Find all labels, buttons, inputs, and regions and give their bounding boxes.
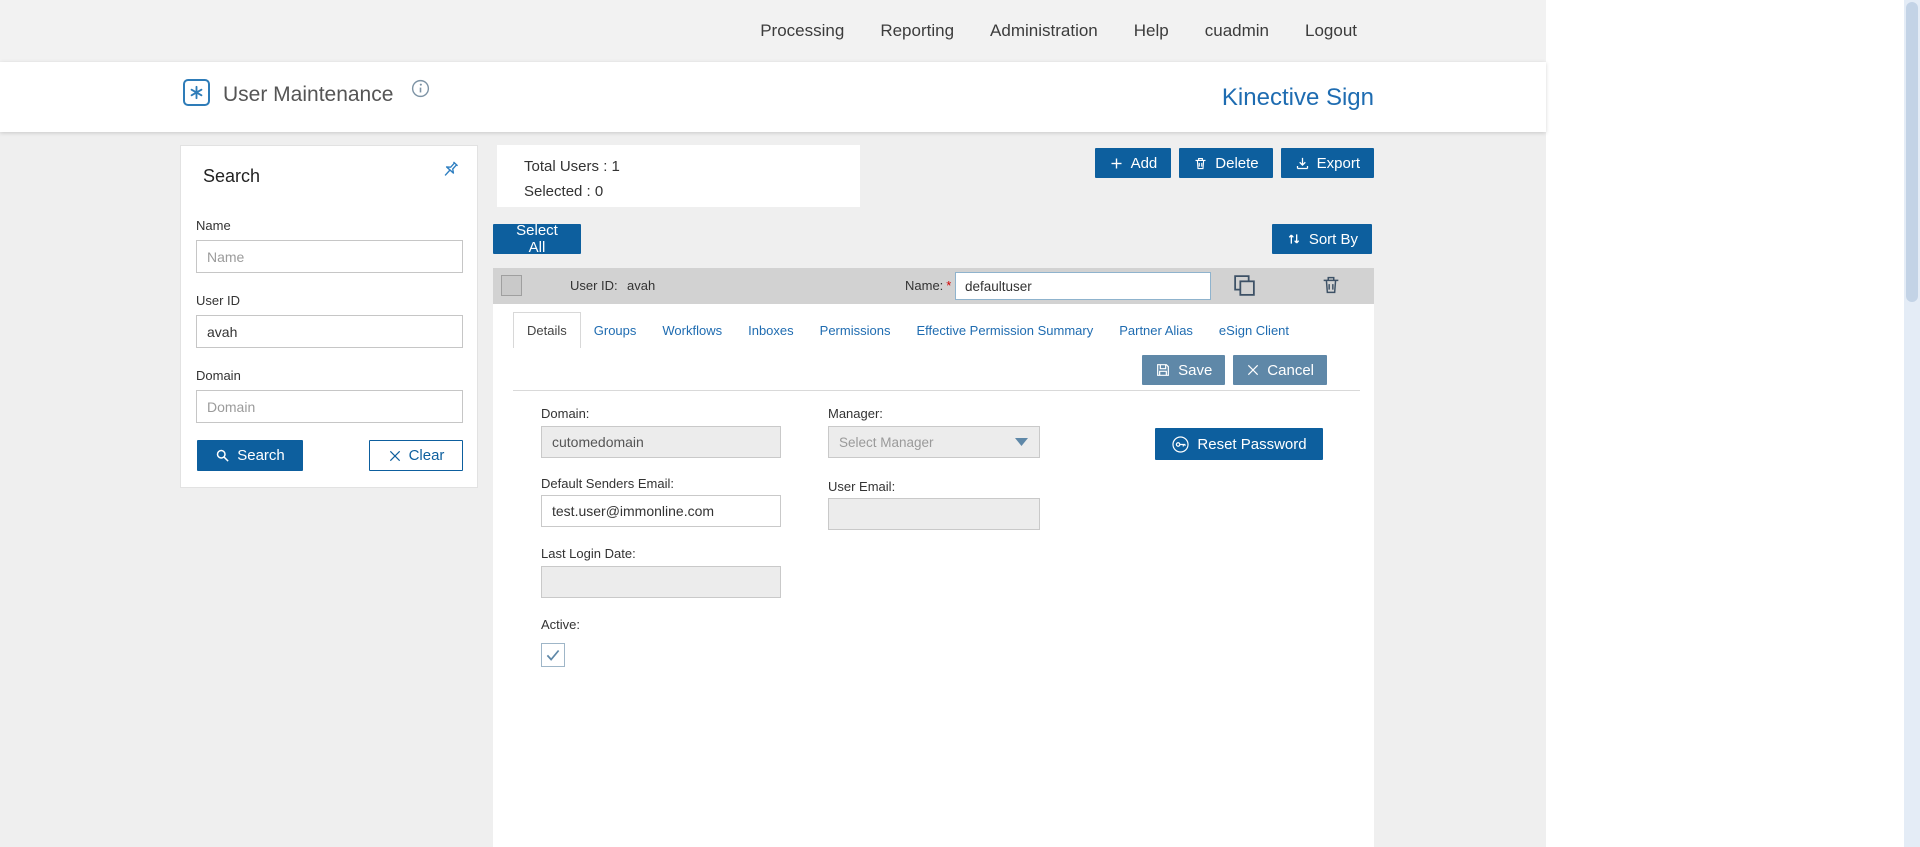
active-label: Active: [541, 617, 580, 632]
nav-processing[interactable]: Processing [760, 21, 844, 41]
cancel-x-icon [1246, 363, 1260, 377]
user-panel: User ID: avah Name:* Details Groups Work… [493, 268, 1374, 847]
nav-help[interactable]: Help [1134, 21, 1169, 41]
save-floppy-icon [1155, 362, 1171, 378]
app-page: Processing Reporting Administration Help… [0, 0, 1546, 847]
tab-esign-client[interactable]: eSign Client [1206, 312, 1302, 348]
reset-password-button[interactable]: Reset Password [1155, 428, 1323, 460]
manager-select-value: Select Manager [839, 435, 1014, 450]
scrollbar-thumb[interactable] [1906, 2, 1918, 302]
clear-button[interactable]: Clear [369, 440, 463, 471]
search-name-input[interactable] [196, 240, 463, 273]
form-actions: Save Cancel [1142, 355, 1327, 385]
reset-password-label: Reset Password [1197, 436, 1306, 453]
name-caption: Name:* [905, 278, 951, 293]
search-button[interactable]: Search [197, 440, 303, 471]
search-panel-title: Search [203, 166, 260, 187]
select-all-button[interactable]: Select All [493, 224, 581, 254]
tab-partner-alias[interactable]: Partner Alias [1106, 312, 1206, 348]
chevron-down-icon [1014, 437, 1029, 447]
copy-icon[interactable] [1232, 273, 1257, 298]
tab-groups[interactable]: Groups [581, 312, 650, 348]
pin-icon[interactable] [439, 159, 461, 181]
tab-permissions[interactable]: Permissions [807, 312, 904, 348]
nav-reporting[interactable]: Reporting [880, 21, 954, 41]
app-header: User Maintenance Kinective Sign [0, 62, 1546, 132]
active-checkbox[interactable] [541, 643, 565, 667]
user-email-label: User Email: [828, 479, 895, 494]
last-login-date-field [541, 566, 781, 598]
summary-box: Total Users : 1 Selected : 0 [497, 145, 860, 207]
row-checkbox[interactable] [501, 275, 522, 296]
selected-count-text: Selected : 0 [524, 179, 833, 204]
sort-by-label: Sort By [1309, 231, 1358, 248]
total-users-text: Total Users : 1 [524, 154, 833, 179]
clear-button-label: Clear [409, 447, 445, 464]
nav-logout[interactable]: Logout [1305, 21, 1357, 41]
user-id-value: avah [627, 278, 655, 293]
tab-workflows[interactable]: Workflows [649, 312, 735, 348]
tab-inboxes[interactable]: Inboxes [735, 312, 807, 348]
delete-button[interactable]: Delete [1179, 148, 1272, 178]
manager-select[interactable]: Select Manager [828, 426, 1040, 458]
last-login-date-label: Last Login Date: [541, 546, 636, 561]
delete-button-label: Delete [1215, 155, 1258, 172]
save-button[interactable]: Save [1142, 355, 1225, 385]
tab-bar: Details Groups Workflows Inboxes Permiss… [513, 312, 1302, 348]
key-icon [1171, 435, 1190, 454]
add-button-label: Add [1131, 155, 1158, 172]
search-panel: Search Name User ID Domain Search Clear [180, 145, 478, 488]
download-icon [1295, 156, 1310, 171]
nav-administration[interactable]: Administration [990, 21, 1098, 41]
nav-user-cuadmin[interactable]: cuadmin [1205, 21, 1269, 41]
search-icon [215, 448, 230, 463]
tab-effective-permission-summary[interactable]: Effective Permission Summary [903, 312, 1106, 348]
save-button-label: Save [1178, 362, 1212, 379]
sort-by-button[interactable]: Sort By [1272, 224, 1372, 254]
toolbar: Add Delete Export [1095, 148, 1374, 178]
tab-details[interactable]: Details [513, 312, 581, 348]
domain-field [541, 426, 781, 458]
cancel-button[interactable]: Cancel [1233, 355, 1327, 385]
export-button-label: Export [1317, 155, 1360, 172]
sort-arrows-icon [1286, 231, 1302, 247]
user-id-caption: User ID: [570, 278, 618, 293]
row-delete-icon[interactable] [1320, 274, 1342, 296]
check-icon [544, 646, 562, 664]
tab-content-divider [513, 390, 1360, 391]
search-user-id-label: User ID [196, 293, 240, 308]
top-nav: Processing Reporting Administration Help… [0, 0, 1546, 62]
required-asterisk: * [946, 278, 951, 293]
trash-icon [1193, 156, 1208, 171]
search-domain-input[interactable] [196, 390, 463, 423]
manager-label: Manager: [828, 406, 883, 421]
export-button[interactable]: Export [1281, 148, 1374, 178]
default-senders-email-field[interactable] [541, 495, 781, 527]
search-domain-label: Domain [196, 368, 241, 383]
app-logo-icon [183, 79, 210, 106]
vertical-scrollbar[interactable] [1904, 0, 1920, 847]
clear-x-icon [388, 449, 402, 463]
cancel-button-label: Cancel [1267, 362, 1314, 379]
page-title: User Maintenance [223, 83, 393, 107]
user-email-field [828, 498, 1040, 530]
info-icon[interactable] [410, 78, 431, 99]
select-all-label: Select All [507, 222, 567, 256]
add-button[interactable]: Add [1095, 148, 1172, 178]
search-button-label: Search [237, 447, 285, 464]
plus-icon [1109, 156, 1124, 171]
default-senders-email-label: Default Senders Email: [541, 476, 674, 491]
user-row-header: User ID: avah Name:* [493, 268, 1374, 304]
domain-label: Domain: [541, 406, 589, 421]
search-user-id-input[interactable] [196, 315, 463, 348]
user-name-input[interactable] [955, 272, 1211, 300]
brand-name: Kinective Sign [1222, 84, 1374, 112]
search-name-label: Name [196, 218, 231, 233]
